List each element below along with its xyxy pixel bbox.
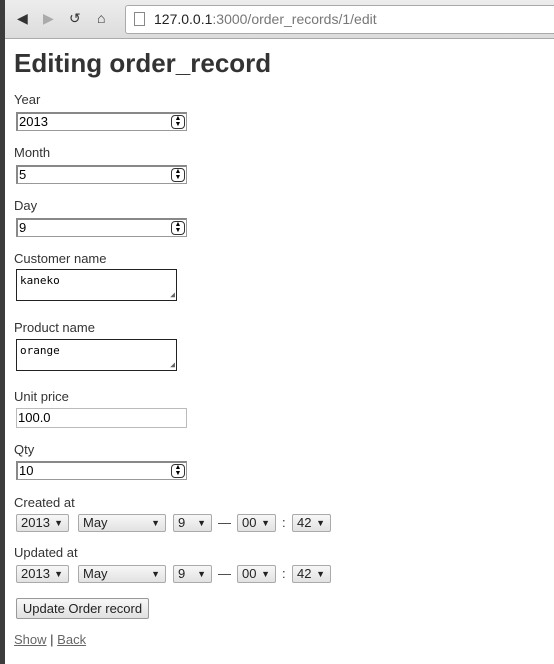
product-name-label: Product name [14,320,95,335]
customer-name-value: kaneko [20,274,60,287]
customer-name-label: Customer name [14,251,107,266]
dropdown-arrow-icon: ▼ [261,518,270,528]
time-separator: : [282,515,286,530]
spinner-icon[interactable]: ▲ ▼ [171,464,185,478]
dropdown-arrow-icon: ▼ [151,518,160,528]
created-day-select[interactable]: 9 ▼ [173,514,212,532]
update-order-record-button[interactable]: Update Order record [16,598,149,619]
qty-label: Qty [14,442,35,457]
qty-value: 10 [19,463,34,478]
browser-toolbar: ◀ ▶ ↺ ⌂ 127.0.0.1:3000/order_records/1/e… [5,0,554,39]
month-value: 5 [19,167,27,182]
year-label: Year [14,92,41,107]
unit-price-value: 100.0 [18,410,51,425]
year-value: 2013 [19,114,48,129]
date-time-separator: — [218,566,231,581]
unit-price-label: Unit price [14,389,69,404]
forward-arrow-icon[interactable]: ▶ [43,10,54,27]
page-icon [134,12,145,26]
customer-name-textarea[interactable]: kaneko ◢ [16,269,177,301]
updated-year-select[interactable]: 2013 ▼ [16,565,69,583]
footer-links: Show | Back [14,632,86,647]
updated-at-label: Updated at [14,545,78,560]
created-at-label: Created at [14,495,75,510]
page-title: Editing order_record [14,48,272,78]
back-arrow-icon[interactable]: ◀ [17,10,28,27]
dropdown-arrow-icon: ▼ [261,569,270,579]
product-name-value: orange [20,344,60,357]
day-input[interactable]: 9 ▲ ▼ [16,218,187,237]
month-input[interactable]: 5 ▲ ▼ [16,165,187,184]
created-month-select[interactable]: May ▼ [78,514,166,532]
url-host: 127.0.0.1 [154,11,213,27]
home-icon[interactable]: ⌂ [97,10,105,26]
product-name-textarea[interactable]: orange ◢ [16,339,177,371]
reload-icon[interactable]: ↺ [69,10,81,27]
show-link[interactable]: Show [14,632,47,647]
spinner-icon[interactable]: ▲ ▼ [171,115,185,129]
created-year-select[interactable]: 2013 ▼ [16,514,69,532]
address-bar[interactable]: 127.0.0.1:3000/order_records/1/edit [125,5,554,34]
dropdown-arrow-icon: ▼ [316,518,325,528]
resize-grip-icon[interactable]: ◢ [170,291,175,299]
back-link[interactable]: Back [57,632,86,647]
link-separator: | [50,632,54,647]
dropdown-arrow-icon: ▼ [197,569,206,579]
dropdown-arrow-icon: ▼ [151,569,160,579]
spinner-icon[interactable]: ▲ ▼ [171,168,185,182]
qty-input[interactable]: 10 ▲ ▼ [16,461,187,480]
year-input[interactable]: 2013 ▲ ▼ [16,112,187,131]
created-hour-select[interactable]: 00 ▼ [237,514,276,532]
resize-grip-icon[interactable]: ◢ [170,361,175,369]
date-time-separator: — [218,515,231,530]
updated-hour-select[interactable]: 00 ▼ [237,565,276,583]
created-minute-select[interactable]: 42 ▼ [292,514,331,532]
time-separator: : [282,566,286,581]
dropdown-arrow-icon: ▼ [197,518,206,528]
updated-month-select[interactable]: May ▼ [78,565,166,583]
spinner-icon[interactable]: ▲ ▼ [171,221,185,235]
dropdown-arrow-icon: ▼ [54,518,63,528]
dropdown-arrow-icon: ▼ [316,569,325,579]
day-value: 9 [19,220,27,235]
month-label: Month [14,145,51,160]
unit-price-input[interactable]: 100.0 [16,408,187,428]
day-label: Day [14,198,38,213]
url-path: :3000/order_records/1/edit [212,11,377,27]
dropdown-arrow-icon: ▼ [54,569,63,579]
window-border [0,0,5,664]
updated-minute-select[interactable]: 42 ▼ [292,565,331,583]
updated-day-select[interactable]: 9 ▼ [173,565,212,583]
